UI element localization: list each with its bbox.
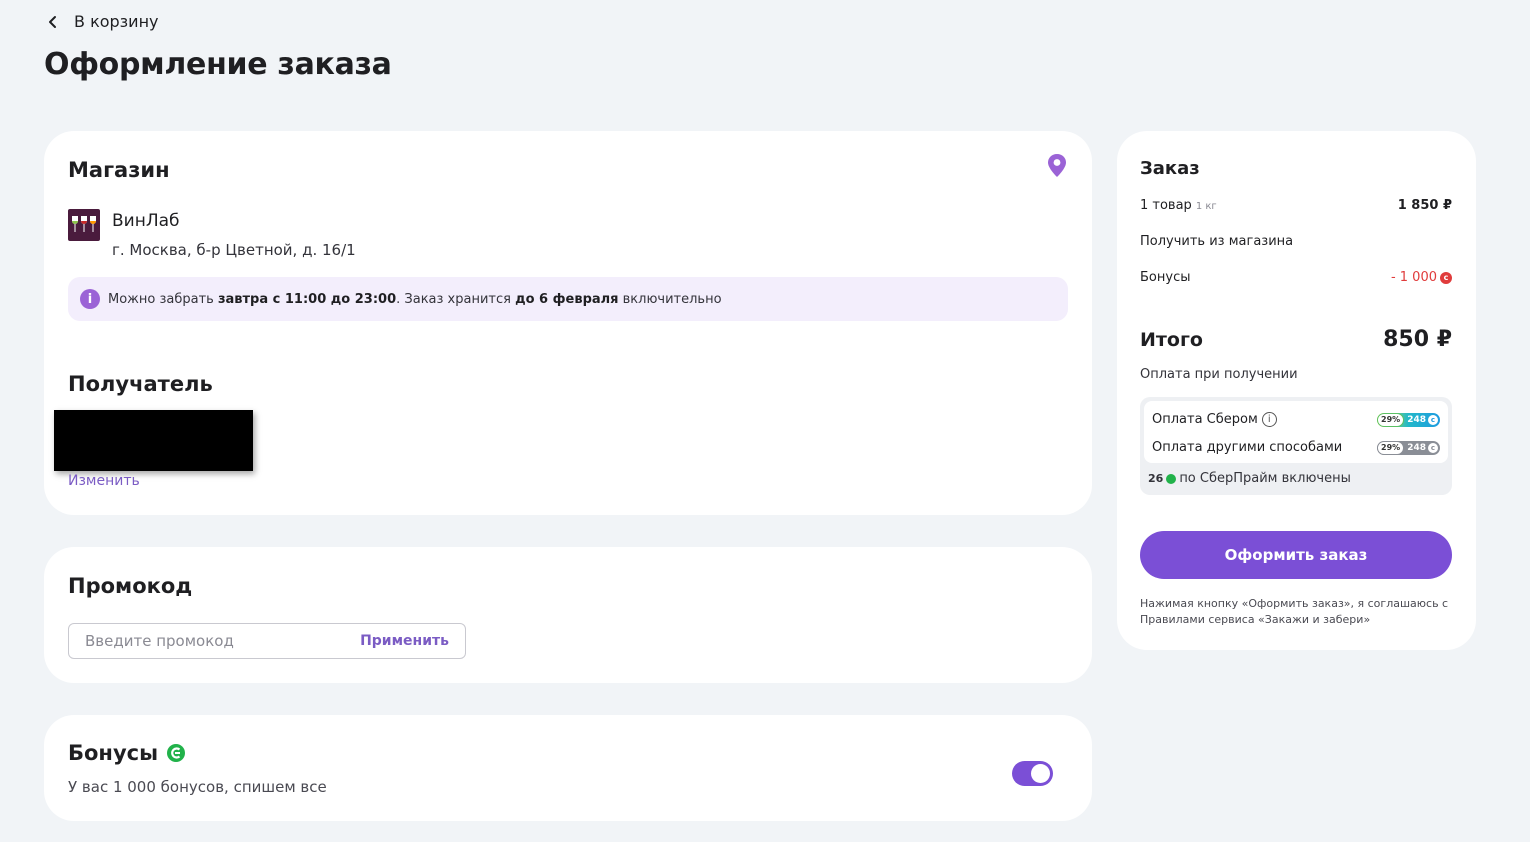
store-card: Магазин ВинЛаб г. Москва, б-р Цветной, д…: [44, 131, 1092, 515]
sber-cashback-pct: 29%: [1377, 412, 1405, 427]
other-cashback-pct: 29%: [1377, 440, 1405, 455]
info-circle-icon[interactable]: i: [1261, 412, 1277, 427]
green-coin-icon: [1166, 473, 1177, 484]
sberprime-row: 26 по СберПрайм включены: [1148, 471, 1351, 486]
bonus-card: Бонусы У вас 1 000 бонусов, спишем все: [44, 715, 1092, 821]
items-weight: 1 кг: [1195, 201, 1217, 212]
sber-cashback-badge: 29% 248 c: [1377, 412, 1440, 427]
pickup-info-box: i Можно забрать завтра с 11:00 до 23:00.…: [68, 277, 1068, 321]
redacted-recipient-info: [54, 410, 253, 471]
use-bonuses-toggle[interactable]: [1012, 761, 1053, 786]
items-row: 1 товар 1 кг 1 850 ₽: [1140, 198, 1452, 213]
pickup-label: Получить из магазина: [1140, 234, 1294, 249]
sber-coin-icon: c: [1428, 414, 1438, 425]
order-summary-card: Заказ 1 товар 1 кг 1 850 ₽ Получить из ма…: [1117, 131, 1476, 650]
sber-pay-row: Оплата Сбером i 29% 248 c: [1152, 412, 1440, 427]
recipient-section-title: Получатель: [68, 372, 213, 396]
total-row: Итого 850 ₽: [1140, 327, 1452, 352]
grey-coin-icon: c: [1428, 442, 1438, 453]
sberprime-label: по СберПрайм включены: [1179, 471, 1351, 486]
items-label-wrap: 1 товар 1 кг: [1140, 198, 1217, 213]
payment-note: Оплата при получении: [1140, 367, 1298, 382]
chevron-left-icon: [49, 15, 56, 28]
sber-pay-label: Оплата Сбером: [1152, 412, 1258, 427]
bonus-discount-value-wrap: - 1 000 c: [1391, 270, 1452, 285]
items-price: 1 850 ₽: [1397, 198, 1452, 213]
sber-bonus-icon: [167, 744, 186, 762]
total-value: 850 ₽: [1383, 327, 1452, 352]
store-logo: [68, 209, 100, 241]
sber-pay-label-wrap: Оплата Сбером i: [1152, 412, 1277, 427]
items-label: 1 товар: [1140, 198, 1192, 213]
sberprime-amount: 26: [1148, 472, 1164, 485]
bonus-coin-icon: c: [1440, 271, 1452, 284]
cashback-box: Оплата Сбером i 29% 248 c Оплата другими…: [1140, 397, 1452, 495]
promo-input-wrapper: Применить: [68, 623, 466, 659]
other-pay-label: Оплата другими способами: [1152, 440, 1343, 455]
bonus-discount-row: Бонусы - 1 000 c: [1140, 270, 1452, 285]
cashback-options: Оплата Сбером i 29% 248 c Оплата другими…: [1144, 401, 1448, 463]
bonus-discount-label: Бонусы: [1140, 270, 1191, 285]
promo-code-input[interactable]: [85, 624, 345, 658]
back-link-label: В корзину: [74, 12, 159, 31]
change-recipient-link[interactable]: Изменить: [68, 473, 140, 489]
pickup-info-text: Можно забрать завтра с 11:00 до 23:00. З…: [108, 291, 722, 307]
other-cashback-amount: 248: [1407, 442, 1426, 453]
location-pin-icon[interactable]: [1046, 153, 1068, 179]
bonus-section-title: Бонусы: [68, 741, 159, 765]
bonus-description: У вас 1 000 бонусов, спишем все: [68, 778, 327, 796]
pickup-row: Получить из магазина: [1140, 234, 1452, 249]
bonus-title-wrap: Бонусы: [68, 741, 186, 765]
back-to-cart-link[interactable]: В корзину: [44, 12, 159, 31]
toggle-knob: [1031, 764, 1050, 783]
store-section-title: Магазин: [68, 158, 170, 182]
other-pay-row: Оплата другими способами 29% 248 c: [1152, 440, 1440, 455]
place-order-button[interactable]: Оформить заказ: [1140, 531, 1452, 579]
agreement-text: Нажимая кнопку «Оформить заказ», я согла…: [1140, 597, 1449, 626]
promo-card: Промокод Применить: [44, 547, 1092, 683]
promo-section-title: Промокод: [68, 574, 193, 598]
store-name: ВинЛаб: [112, 211, 180, 231]
bonus-discount-value: - 1 000: [1390, 270, 1437, 285]
order-title: Заказ: [1140, 158, 1200, 179]
info-icon: i: [80, 289, 100, 309]
page-title: Оформление заказа: [44, 47, 392, 82]
other-cashback-badge: 29% 248 c: [1377, 440, 1440, 455]
sber-cashback-amount: 248: [1407, 414, 1426, 425]
store-address: г. Москва, б-р Цветной, д. 16/1: [112, 241, 356, 259]
apply-promo-button[interactable]: Применить: [360, 633, 449, 649]
wine-glasses-icon: [72, 216, 96, 232]
total-label: Итого: [1140, 328, 1203, 351]
